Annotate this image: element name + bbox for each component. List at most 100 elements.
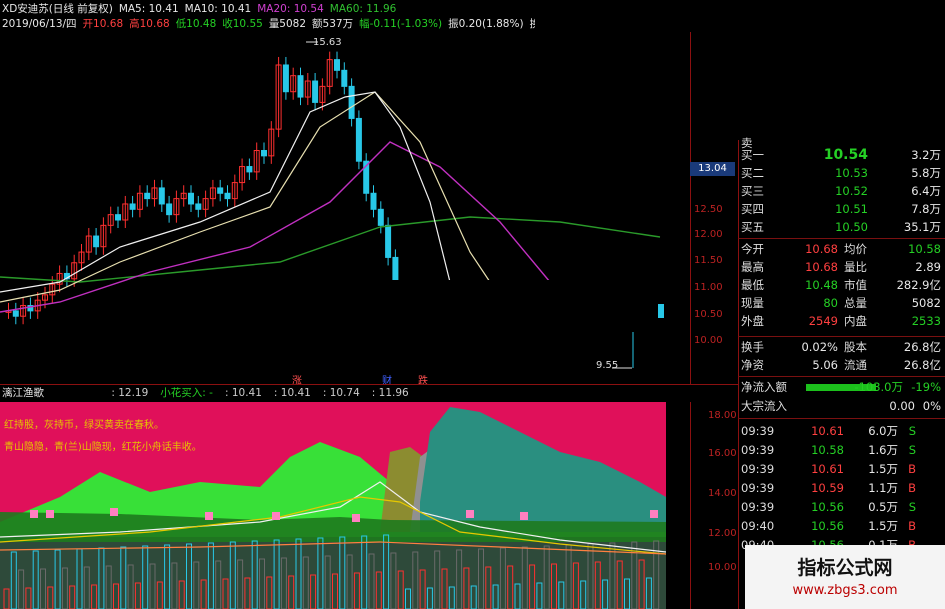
bid-row[interactable]: 买三 10.52 6.4万 (738, 182, 945, 201)
tick-row: 09:39 10.59 1.1万 B (738, 479, 945, 498)
stat-label: 股本 (844, 340, 867, 354)
indicator-readout: : 11.96 (371, 387, 409, 399)
tick-time: 09:39 (741, 500, 775, 514)
stat-value: 2549 (808, 314, 838, 328)
candle (144, 185, 151, 207)
candle (363, 153, 370, 202)
bid-volume: 6.4万 (911, 184, 941, 198)
block-value: 0.00 (889, 399, 915, 413)
tick-side: S (908, 424, 916, 438)
tick-volume: 0.5万 (868, 500, 898, 514)
stat-label: 最低 (741, 278, 764, 292)
info-field: MA5: 10.41 (118, 3, 179, 15)
tick-volume: 1.5万 (868, 462, 898, 476)
sub-y-tick: 18.00 (708, 410, 737, 421)
flower-marker (30, 510, 38, 518)
candle (27, 297, 34, 319)
candle (290, 67, 297, 100)
sub-y-tick: 10.00 (708, 562, 737, 573)
stat-value: 282.9亿 (896, 278, 941, 292)
y-tick: 11.50 (694, 255, 723, 266)
tick-price: 10.61 (811, 424, 844, 438)
candle (261, 142, 267, 164)
ma10-line (0, 91, 491, 303)
stat-value: 2533 (911, 314, 941, 328)
info-field: 开10.68 (82, 18, 124, 30)
candle (85, 228, 92, 261)
candle (173, 190, 180, 223)
candle (312, 73, 319, 111)
info-field: 低10.48 (175, 18, 217, 30)
netflow-label: 净流入额 (741, 380, 787, 394)
indicator-name[interactable]: 漓江渔歌 (2, 387, 44, 399)
netflow-row: 净流入额 -103.0万 -19% (738, 378, 945, 397)
tick-row: 09:39 10.56 0.5万 S (738, 498, 945, 517)
tick-time: 09:39 (741, 462, 775, 476)
stat-label: 均价 (844, 242, 867, 256)
stat-value: 2.89 (915, 260, 941, 274)
tick-volume: 1.6万 (868, 443, 898, 457)
quote-info-bar: XD安迪苏(日线 前复权) MA5: 10.41 MA10: 10.41 MA20: … (0, 0, 614, 32)
info-field: 收10.55 (222, 18, 263, 30)
flower-marker (352, 514, 360, 522)
candle (253, 142, 260, 180)
flower-marker (650, 510, 658, 518)
info-field: 2019/06/13/四 (2, 18, 77, 30)
flower-marker (272, 512, 280, 520)
candle (275, 56, 282, 138)
candle (158, 179, 165, 212)
stat-label: 量比 (844, 260, 867, 274)
stat-value: 0.02% (801, 340, 838, 354)
bid-label: 买四 (741, 202, 764, 216)
stat-value: 10.68 (805, 242, 838, 256)
bid-label: 买三 (741, 184, 764, 198)
candle (122, 195, 129, 229)
candle (209, 179, 216, 207)
bid-row[interactable]: 买二 10.53 5.8万 (738, 164, 945, 183)
sub-y-tick: 16.00 (708, 448, 737, 459)
stat-label: 最高 (741, 260, 764, 274)
bid-row[interactable]: 买四 10.51 7.8万 (738, 200, 945, 219)
indicator-chart[interactable]: 红持股，灰持币，绿买黄卖在春秋。 青山隐隐，青(兰)山隐现，红花小舟话丰收。 1… (0, 402, 737, 609)
block-label: 大宗流入 (741, 399, 787, 413)
stat-row: 最低 10.48 市值 282.9亿 (738, 276, 945, 295)
tick-side: B (908, 462, 916, 476)
flower-marker (520, 512, 528, 520)
candle (180, 185, 187, 207)
candle (239, 158, 246, 191)
indicator-readout: : 10.74 (322, 387, 360, 399)
netflow-pct: -19% (911, 380, 941, 394)
tick-row: 09:40 10.56 1.5万 B (738, 517, 945, 536)
stat-value: 10.58 (908, 242, 941, 256)
block-flow-row: 大宗流入 0.00 0% (738, 397, 945, 416)
candle (115, 206, 121, 229)
y-tick: 10.50 (694, 309, 723, 320)
stat-label: 现量 (741, 296, 764, 310)
candle (20, 297, 27, 325)
stat-label: 市值 (844, 278, 867, 292)
tick-row: 09:39 10.61 1.5万 B (738, 460, 945, 479)
flower-marker (46, 510, 54, 518)
flower-marker (205, 512, 213, 520)
candle (297, 67, 304, 106)
bid-row[interactable]: 买一 10.54 3.2万 (738, 146, 945, 165)
bid-price: 10.51 (835, 202, 868, 216)
block-pct: 0% (922, 399, 941, 413)
watermark-title: 指标公式网 (797, 557, 893, 579)
tick-side: B (908, 519, 916, 533)
bid-price: 10.54 (823, 147, 868, 163)
bid-row[interactable]: 买五 10.50 35.1万 (738, 218, 945, 237)
candle (93, 228, 100, 255)
bid-volume: 35.1万 (903, 220, 941, 234)
candle (377, 201, 384, 234)
info-field: MA20: 10.54 (257, 3, 324, 15)
candle (348, 78, 355, 127)
info-field: 幅-0.11(-1.03%) (359, 18, 443, 30)
bid-label: 买一 (741, 148, 764, 162)
bid-volume: 7.8万 (911, 202, 941, 216)
candle (385, 217, 392, 266)
tick-side: B (908, 481, 916, 495)
stat-value: 5.06 (812, 358, 838, 372)
stat-label: 换手 (741, 340, 764, 354)
candle (341, 62, 348, 95)
